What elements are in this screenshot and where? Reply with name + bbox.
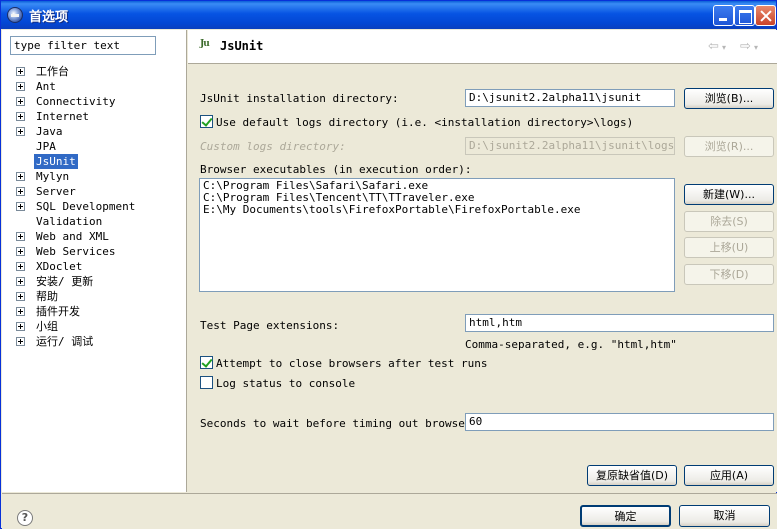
preferences-window: 首选项 工作台AntConnectivityInternetJavaJPAJsU… bbox=[0, 0, 777, 529]
tree-item-label: Java bbox=[36, 125, 63, 138]
forward-arrow-icon[interactable]: ⇨ bbox=[740, 39, 754, 54]
tree-item-label: 运行/ 调试 bbox=[36, 335, 94, 348]
expand-plus-icon[interactable] bbox=[16, 307, 25, 316]
expand-plus-icon[interactable] bbox=[16, 292, 25, 301]
preference-page: Ju JsUnit ⇦ ▾ ⇨ ▾ JsUnit installation di… bbox=[188, 30, 777, 492]
tree-item-label: XDoclet bbox=[36, 260, 83, 273]
preference-tree-pane: 工作台 Ant Connectivity Internet Java JPAJsUnitM… bbox=[2, 30, 187, 492]
expand-plus-icon[interactable] bbox=[16, 277, 25, 286]
attempt-close-checkbox[interactable] bbox=[200, 356, 213, 369]
tree-item-label: Web and XML bbox=[36, 230, 109, 243]
forward-dropdown-icon[interactable]: ▾ bbox=[754, 43, 768, 57]
browser-list[interactable]: C:\Program Files\Safari\Safari.exe C:\Pro… bbox=[199, 178, 675, 292]
expand-plus-icon[interactable] bbox=[16, 232, 25, 241]
filter-input[interactable] bbox=[10, 36, 156, 55]
tree-item-label: 工作台 bbox=[36, 65, 69, 78]
new-browser-button[interactable]: 新建(W)... bbox=[684, 184, 774, 205]
attempt-close-label: Attempt to close browsers after test run… bbox=[216, 357, 488, 370]
timeout-field[interactable]: 60 bbox=[465, 413, 774, 431]
title-bar[interactable]: 首选项 bbox=[1, 1, 776, 29]
expand-plus-icon[interactable] bbox=[16, 127, 25, 136]
app-icon bbox=[7, 7, 23, 23]
cancel-button[interactable]: 取消 bbox=[679, 505, 770, 527]
log-status-label: Log status to console bbox=[216, 377, 356, 390]
tree-item-label: 帮助 bbox=[36, 290, 58, 303]
expand-plus-icon[interactable] bbox=[16, 337, 25, 346]
install-dir-label: JsUnit installation directory: bbox=[200, 92, 399, 105]
default-logs-label: Use default logs directory (i.e. <instal… bbox=[216, 116, 634, 129]
custom-logs-label: Custom logs directory: bbox=[200, 140, 346, 153]
remove-browser-button: 除去(S) bbox=[684, 211, 774, 232]
expand-plus-icon[interactable] bbox=[16, 172, 25, 181]
custom-logs-field: D:\jsunit2.2alpha11\jsunit\logs bbox=[465, 137, 675, 155]
expand-plus-icon[interactable] bbox=[16, 112, 25, 121]
tree-item-label: Server bbox=[36, 185, 76, 198]
expand-plus-icon[interactable] bbox=[16, 247, 25, 256]
page-header: Ju JsUnit ⇦ ▾ ⇨ ▾ bbox=[188, 30, 777, 64]
page-title: JsUnit bbox=[220, 39, 264, 53]
expand-plus-icon[interactable] bbox=[16, 82, 25, 91]
extensions-label: Test Page extensions: bbox=[200, 319, 340, 332]
expand-plus-icon[interactable] bbox=[16, 322, 25, 331]
tree-item-label: Web Services bbox=[36, 245, 116, 258]
timeout-label: Seconds to wait before timing out browse… bbox=[200, 417, 485, 430]
move-down-button: 下移(D) bbox=[684, 264, 774, 285]
install-dir-browse-button[interactable]: 浏览(B)... bbox=[684, 88, 774, 109]
maximize-icon[interactable] bbox=[734, 5, 755, 26]
back-arrow-icon[interactable]: ⇦ bbox=[708, 39, 722, 54]
tree-item-label: SQL Development bbox=[36, 200, 136, 213]
apply-button[interactable]: 应用(A) bbox=[684, 465, 774, 486]
tree-item-label: Connectivity bbox=[36, 95, 116, 108]
tree-item-label: JsUnit bbox=[34, 154, 78, 169]
restore-defaults-button[interactable]: 复原缺省值(D) bbox=[587, 465, 677, 486]
log-status-checkbox[interactable] bbox=[200, 376, 213, 389]
browser-list-item[interactable]: E:\My Documents\tools\FirefoxPortable\Fi… bbox=[203, 204, 671, 216]
expand-plus-icon[interactable] bbox=[16, 262, 25, 271]
move-up-button: 上移(U) bbox=[684, 237, 774, 258]
browsers-label: Browser executables (in execution order)… bbox=[200, 163, 472, 176]
extensions-hint: Comma-separated, e.g. "html,htm" bbox=[465, 338, 677, 351]
expand-plus-icon[interactable] bbox=[16, 67, 25, 76]
expand-plus-icon[interactable] bbox=[16, 97, 25, 106]
tree-item-label: JPA bbox=[36, 140, 56, 153]
tree-item-label: Mylyn bbox=[36, 170, 70, 183]
window-title: 首选项 bbox=[29, 10, 69, 25]
custom-logs-browse-button: 浏览(R)... bbox=[684, 136, 774, 157]
tree-item-label: Validation bbox=[36, 215, 103, 228]
tree-item-label: Internet bbox=[36, 110, 89, 123]
expand-plus-icon[interactable] bbox=[16, 187, 25, 196]
jsunit-icon: Ju bbox=[200, 39, 210, 49]
back-dropdown-icon[interactable]: ▾ bbox=[722, 43, 736, 57]
tree-item-label: 插件开发 bbox=[36, 305, 80, 318]
default-logs-checkbox[interactable] bbox=[200, 115, 213, 128]
close-icon[interactable] bbox=[755, 5, 776, 26]
install-dir-field[interactable]: D:\jsunit2.2alpha11\jsunit bbox=[465, 89, 675, 107]
minimize-icon[interactable] bbox=[713, 5, 734, 26]
tree-item-label: 安装/ 更新 bbox=[36, 275, 94, 288]
tree-item-label: 小组 bbox=[36, 320, 58, 333]
tree-item-label: Ant bbox=[36, 80, 56, 93]
extensions-field[interactable]: html,htm bbox=[465, 314, 774, 332]
help-icon[interactable]: ? bbox=[17, 510, 33, 526]
expand-plus-icon[interactable] bbox=[16, 202, 25, 211]
dialog-button-bar: ? 确定 取消 bbox=[2, 493, 777, 529]
ok-button[interactable]: 确定 bbox=[580, 505, 671, 527]
